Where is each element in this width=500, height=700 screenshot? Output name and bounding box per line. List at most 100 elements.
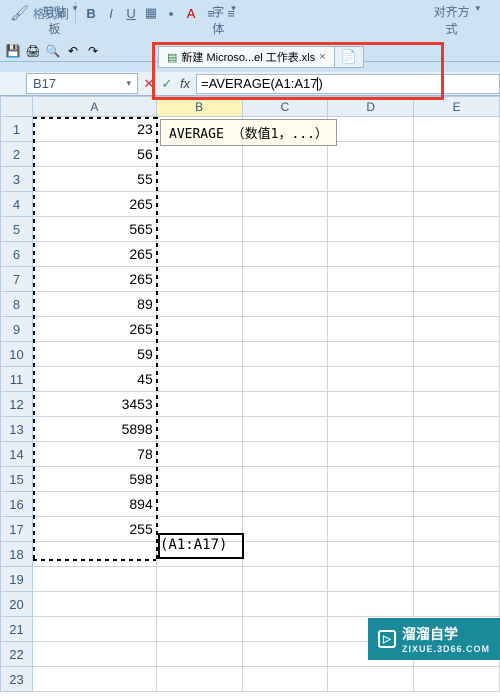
redo-icon[interactable]: ↷ <box>84 43 102 59</box>
cell[interactable] <box>414 442 500 467</box>
cell[interactable]: 265 <box>32 267 156 292</box>
cell[interactable] <box>414 167 500 192</box>
row-header[interactable]: 12 <box>1 392 33 417</box>
cell[interactable] <box>156 392 242 417</box>
cell[interactable]: 565 <box>32 217 156 242</box>
cell[interactable] <box>242 492 328 517</box>
cell[interactable] <box>328 592 414 617</box>
column-header-E[interactable]: E <box>414 97 500 117</box>
cell[interactable] <box>414 192 500 217</box>
cell[interactable] <box>242 242 328 267</box>
cell[interactable]: 56 <box>32 142 156 167</box>
cell[interactable] <box>32 617 156 642</box>
row-header[interactable]: 21 <box>1 617 33 642</box>
cell[interactable]: 5898 <box>32 417 156 442</box>
fx-button[interactable]: fx <box>176 74 194 94</box>
accept-button[interactable]: ✓ <box>158 74 176 94</box>
cell[interactable] <box>156 442 242 467</box>
cell[interactable] <box>328 292 414 317</box>
cell[interactable]: 894 <box>32 492 156 517</box>
cell[interactable] <box>242 417 328 442</box>
cell[interactable]: 265 <box>32 192 156 217</box>
dropdown-icon[interactable]: ▾ <box>231 3 236 37</box>
cell[interactable]: 59 <box>32 342 156 367</box>
cell[interactable]: 45 <box>32 367 156 392</box>
select-all-corner[interactable] <box>1 97 33 117</box>
cell[interactable] <box>328 392 414 417</box>
cell[interactable] <box>32 542 156 567</box>
tab-close-button[interactable]: × <box>319 51 325 63</box>
column-header-B[interactable]: B <box>156 97 242 117</box>
new-tab-button[interactable]: 📄 <box>335 47 363 67</box>
row-header[interactable]: 2 <box>1 142 33 167</box>
cell[interactable] <box>414 542 500 567</box>
cell[interactable] <box>242 567 328 592</box>
cell[interactable] <box>414 342 500 367</box>
row-header[interactable]: 7 <box>1 267 33 292</box>
cell[interactable] <box>156 267 242 292</box>
cell[interactable] <box>156 217 242 242</box>
cell[interactable] <box>156 317 242 342</box>
cell[interactable]: 3453 <box>32 392 156 417</box>
print-icon[interactable]: 🖨 <box>24 43 42 59</box>
row-header[interactable]: 10 <box>1 342 33 367</box>
cell[interactable]: 78 <box>32 442 156 467</box>
row-header[interactable]: 19 <box>1 567 33 592</box>
cell[interactable] <box>414 567 500 592</box>
cell[interactable] <box>328 342 414 367</box>
cell[interactable] <box>328 517 414 542</box>
cell[interactable] <box>328 367 414 392</box>
row-header[interactable]: 8 <box>1 292 33 317</box>
cell[interactable] <box>328 567 414 592</box>
cell[interactable] <box>328 417 414 442</box>
cell[interactable] <box>328 467 414 492</box>
cell[interactable]: 55 <box>32 167 156 192</box>
cell[interactable] <box>328 167 414 192</box>
row-header[interactable]: 23 <box>1 667 33 692</box>
cell[interactable] <box>242 367 328 392</box>
cell[interactable] <box>32 642 156 667</box>
cell[interactable] <box>328 492 414 517</box>
cell[interactable] <box>414 667 500 692</box>
formula-input[interactable]: =AVERAGE(A1:A17) <box>196 74 500 94</box>
cell[interactable] <box>156 592 242 617</box>
cell[interactable] <box>242 467 328 492</box>
cell[interactable] <box>242 167 328 192</box>
cell[interactable] <box>242 542 328 567</box>
cell[interactable]: 598 <box>32 467 156 492</box>
cell[interactable] <box>328 242 414 267</box>
cell[interactable] <box>242 667 328 692</box>
row-header[interactable]: 9 <box>1 317 33 342</box>
cell[interactable] <box>242 642 328 667</box>
cell[interactable] <box>328 317 414 342</box>
cell[interactable] <box>32 667 156 692</box>
column-header-A[interactable]: A <box>32 97 156 117</box>
cell[interactable] <box>414 142 500 167</box>
dropdown-icon[interactable]: ▾ <box>73 3 78 37</box>
row-header[interactable]: 3 <box>1 167 33 192</box>
cell[interactable] <box>242 442 328 467</box>
chevron-down-icon[interactable]: ▾ <box>126 78 131 89</box>
undo-icon[interactable]: ↶ <box>64 43 82 59</box>
cell[interactable] <box>328 542 414 567</box>
cell[interactable] <box>414 242 500 267</box>
cell[interactable] <box>414 492 500 517</box>
row-header[interactable]: 6 <box>1 242 33 267</box>
column-header-C[interactable]: C <box>242 97 328 117</box>
column-header-D[interactable]: D <box>328 97 414 117</box>
cell[interactable] <box>414 367 500 392</box>
cell[interactable] <box>328 217 414 242</box>
cell[interactable] <box>414 592 500 617</box>
cell[interactable] <box>414 117 500 142</box>
row-header[interactable]: 18 <box>1 542 33 567</box>
cell[interactable] <box>32 592 156 617</box>
document-tab[interactable]: ▤ 新建 Microso...el 工作表.xls × <box>159 47 335 67</box>
name-box[interactable]: B17 ▾ <box>26 73 138 94</box>
row-header[interactable]: 15 <box>1 467 33 492</box>
cell[interactable] <box>242 517 328 542</box>
dropdown-icon[interactable]: ▾ <box>475 3 480 37</box>
cell[interactable] <box>242 217 328 242</box>
cell[interactable] <box>414 317 500 342</box>
cell[interactable] <box>32 567 156 592</box>
preview-icon[interactable]: 🔍 <box>44 43 62 59</box>
